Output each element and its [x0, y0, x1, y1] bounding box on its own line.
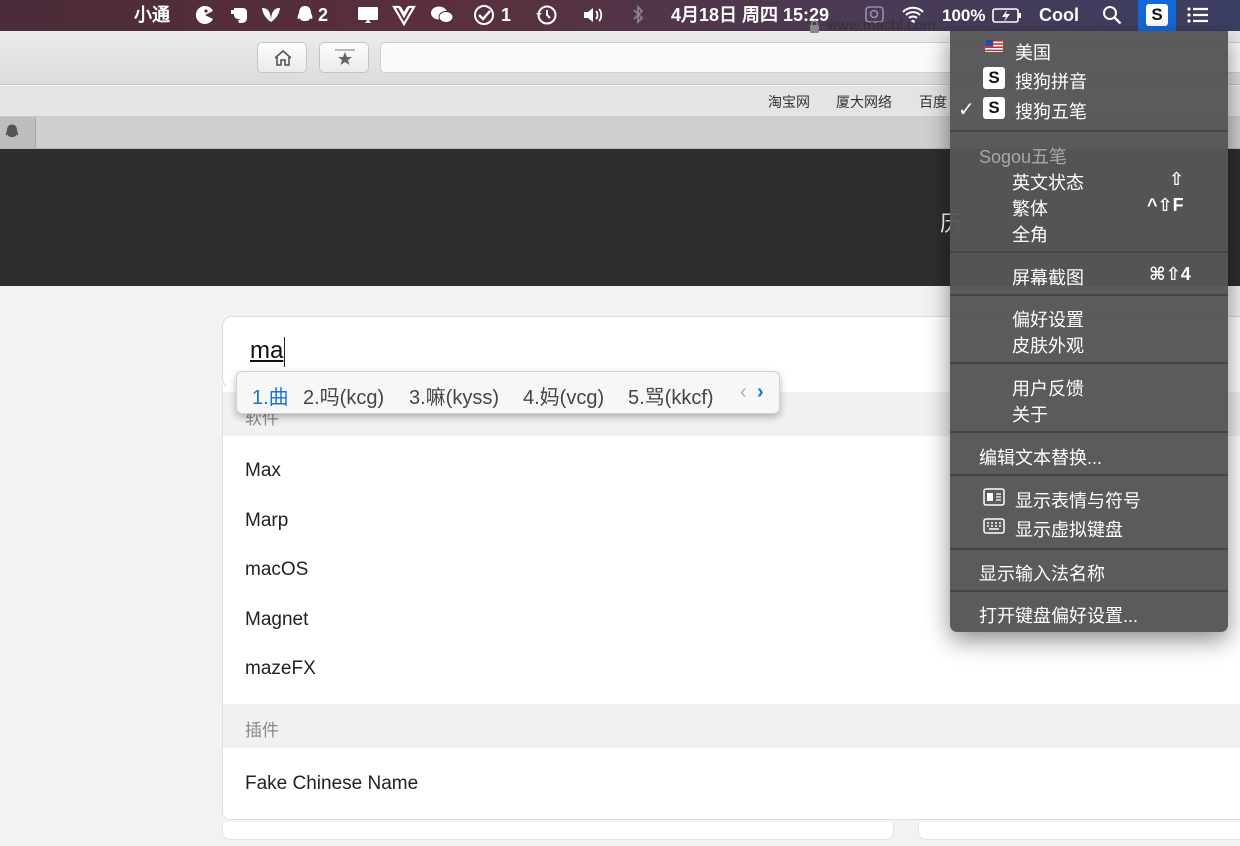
- evernote-icon[interactable]: [228, 4, 252, 26]
- qq-badge: 2: [318, 5, 329, 25]
- bookmark-taobao[interactable]: 淘宝网: [768, 92, 810, 112]
- qq-penguin-icon: [5, 124, 19, 137]
- menu-item-show-emoji[interactable]: 显示表情与符号: [950, 483, 1228, 511]
- time-machine-icon[interactable]: [535, 4, 559, 26]
- menu-item-english-mode[interactable]: 英文状态 ⇧: [950, 165, 1228, 193]
- search-input[interactable]: ma: [250, 337, 283, 365]
- battery-icon[interactable]: [992, 4, 1022, 26]
- screen-share-icon[interactable]: [356, 4, 380, 26]
- input-source-menu: 美国 S 搜狗拼音 ✓ S 搜狗五笔 Sogou五笔 英文状态 ⇧ 繁体 ^⇧F…: [950, 31, 1228, 632]
- sogou-icon: S: [1146, 4, 1168, 26]
- menu-separator: [950, 362, 1228, 364]
- bookmark-xmu[interactable]: 厦大网络: [836, 92, 892, 112]
- menu-item-edit-text-replacement[interactable]: 编辑文本替换...: [950, 440, 1228, 468]
- lock-icon: [810, 20, 819, 33]
- keyboard-viewer-icon: [983, 518, 1005, 534]
- menu-item-us[interactable]: 美国: [950, 35, 1228, 63]
- ime-candidate-3[interactable]: 3.嘛(kyss): [409, 381, 499, 410]
- ime-candidate-bar: 1.曲 2.吗(kcg) 3.嘛(kyss) 4.妈(vcg) 5.骂(kkcf…: [236, 371, 780, 414]
- result-item[interactable]: macOS: [245, 559, 308, 581]
- us-flag-icon: [985, 40, 1003, 52]
- ime-candidate-1[interactable]: 1.曲: [252, 381, 289, 410]
- spotlight-search-icon[interactable]: [1100, 4, 1124, 26]
- input-source-menu-button[interactable]: S: [1138, 0, 1176, 31]
- todo-check-icon[interactable]: [472, 4, 496, 26]
- home-button[interactable]: [257, 42, 307, 73]
- menu-separator: [950, 548, 1228, 550]
- menu-item-skins[interactable]: 皮肤外观: [950, 328, 1228, 356]
- menu-separator: [950, 431, 1228, 433]
- menu-separator: [950, 590, 1228, 592]
- ime-next-page-icon[interactable]: ›: [757, 381, 764, 404]
- card-bottom-left: [222, 822, 894, 840]
- ime-prev-page-icon[interactable]: ‹: [740, 381, 747, 404]
- menu-separator: [950, 474, 1228, 476]
- pacman-icon[interactable]: [193, 4, 217, 26]
- text-caret: [284, 337, 285, 367]
- bluetooth-icon[interactable]: [626, 4, 650, 26]
- qq-icon[interactable]: [293, 4, 317, 26]
- menu-item-open-keyboard-prefs[interactable]: 打开键盘偏好设置...: [950, 598, 1228, 626]
- sogou-icon: S: [983, 97, 1005, 119]
- result-item[interactable]: mazeFX: [245, 658, 316, 680]
- card-bottom-right: [918, 822, 1240, 840]
- url-text[interactable]: www.macbl.com: [827, 17, 935, 34]
- result-item[interactable]: Marp: [245, 510, 288, 532]
- menu-item-sogou-pinyin[interactable]: S 搜狗拼音: [950, 64, 1228, 92]
- menu-item-feedback[interactable]: 用户反馈: [950, 371, 1228, 399]
- notification-list-icon[interactable]: [1186, 4, 1210, 26]
- sogou-icon: S: [983, 67, 1005, 89]
- menu-separator: [950, 294, 1228, 296]
- result-item[interactable]: Fake Chinese Name: [245, 773, 418, 795]
- menu-item-fullwidth[interactable]: 全角: [950, 217, 1228, 245]
- menu-item-sogou-wubi[interactable]: ✓ S 搜狗五笔: [950, 94, 1228, 122]
- user-name[interactable]: Cool: [1039, 0, 1079, 31]
- menu-separator: [950, 130, 1228, 132]
- ime-candidate-5[interactable]: 5.骂(kkcf): [628, 381, 714, 410]
- ime-candidate-4[interactable]: 4.妈(vcg): [523, 381, 604, 410]
- tab-qq[interactable]: [0, 117, 36, 148]
- menu-item-show-input-name[interactable]: 显示输入法名称: [950, 556, 1228, 584]
- battery-percent[interactable]: 100%: [942, 0, 985, 31]
- bookmark-button[interactable]: [319, 42, 369, 73]
- vectorize-icon[interactable]: [392, 4, 416, 26]
- todo-badge: 1: [501, 5, 512, 25]
- emoji-viewer-icon: [983, 488, 1005, 506]
- ime-candidate-2[interactable]: 2.吗(kcg): [303, 381, 384, 410]
- menu-item-about[interactable]: 关于: [950, 397, 1228, 425]
- home-icon: [274, 49, 292, 66]
- menu-bar: 小通 2 1 4月18日 周四 15:29 100% Cool S: [0, 0, 1240, 31]
- wechat-icon[interactable]: [430, 4, 454, 26]
- section-header-plugins: 插件: [223, 704, 1240, 748]
- menu-item-preferences[interactable]: 偏好设置: [950, 302, 1228, 330]
- result-item[interactable]: Max: [245, 460, 281, 482]
- menu-item-traditional[interactable]: 繁体 ^⇧F: [950, 191, 1228, 219]
- app-menu[interactable]: 小通: [134, 0, 170, 31]
- checkmark-icon: ✓: [958, 99, 975, 121]
- bookmark-baidu[interactable]: 百度: [919, 92, 947, 112]
- star-icon: [335, 49, 355, 65]
- leaf-icon[interactable]: [259, 4, 283, 26]
- menu-separator: [950, 251, 1228, 253]
- menu-item-show-keyboard[interactable]: 显示虚拟键盘: [950, 512, 1228, 540]
- volume-icon[interactable]: [581, 4, 605, 26]
- datetime[interactable]: 4月18日 周四 15:29: [671, 0, 829, 31]
- result-item[interactable]: Magnet: [245, 609, 308, 631]
- menu-item-screenshot[interactable]: 屏幕截图 ⌘⇧4: [950, 260, 1228, 288]
